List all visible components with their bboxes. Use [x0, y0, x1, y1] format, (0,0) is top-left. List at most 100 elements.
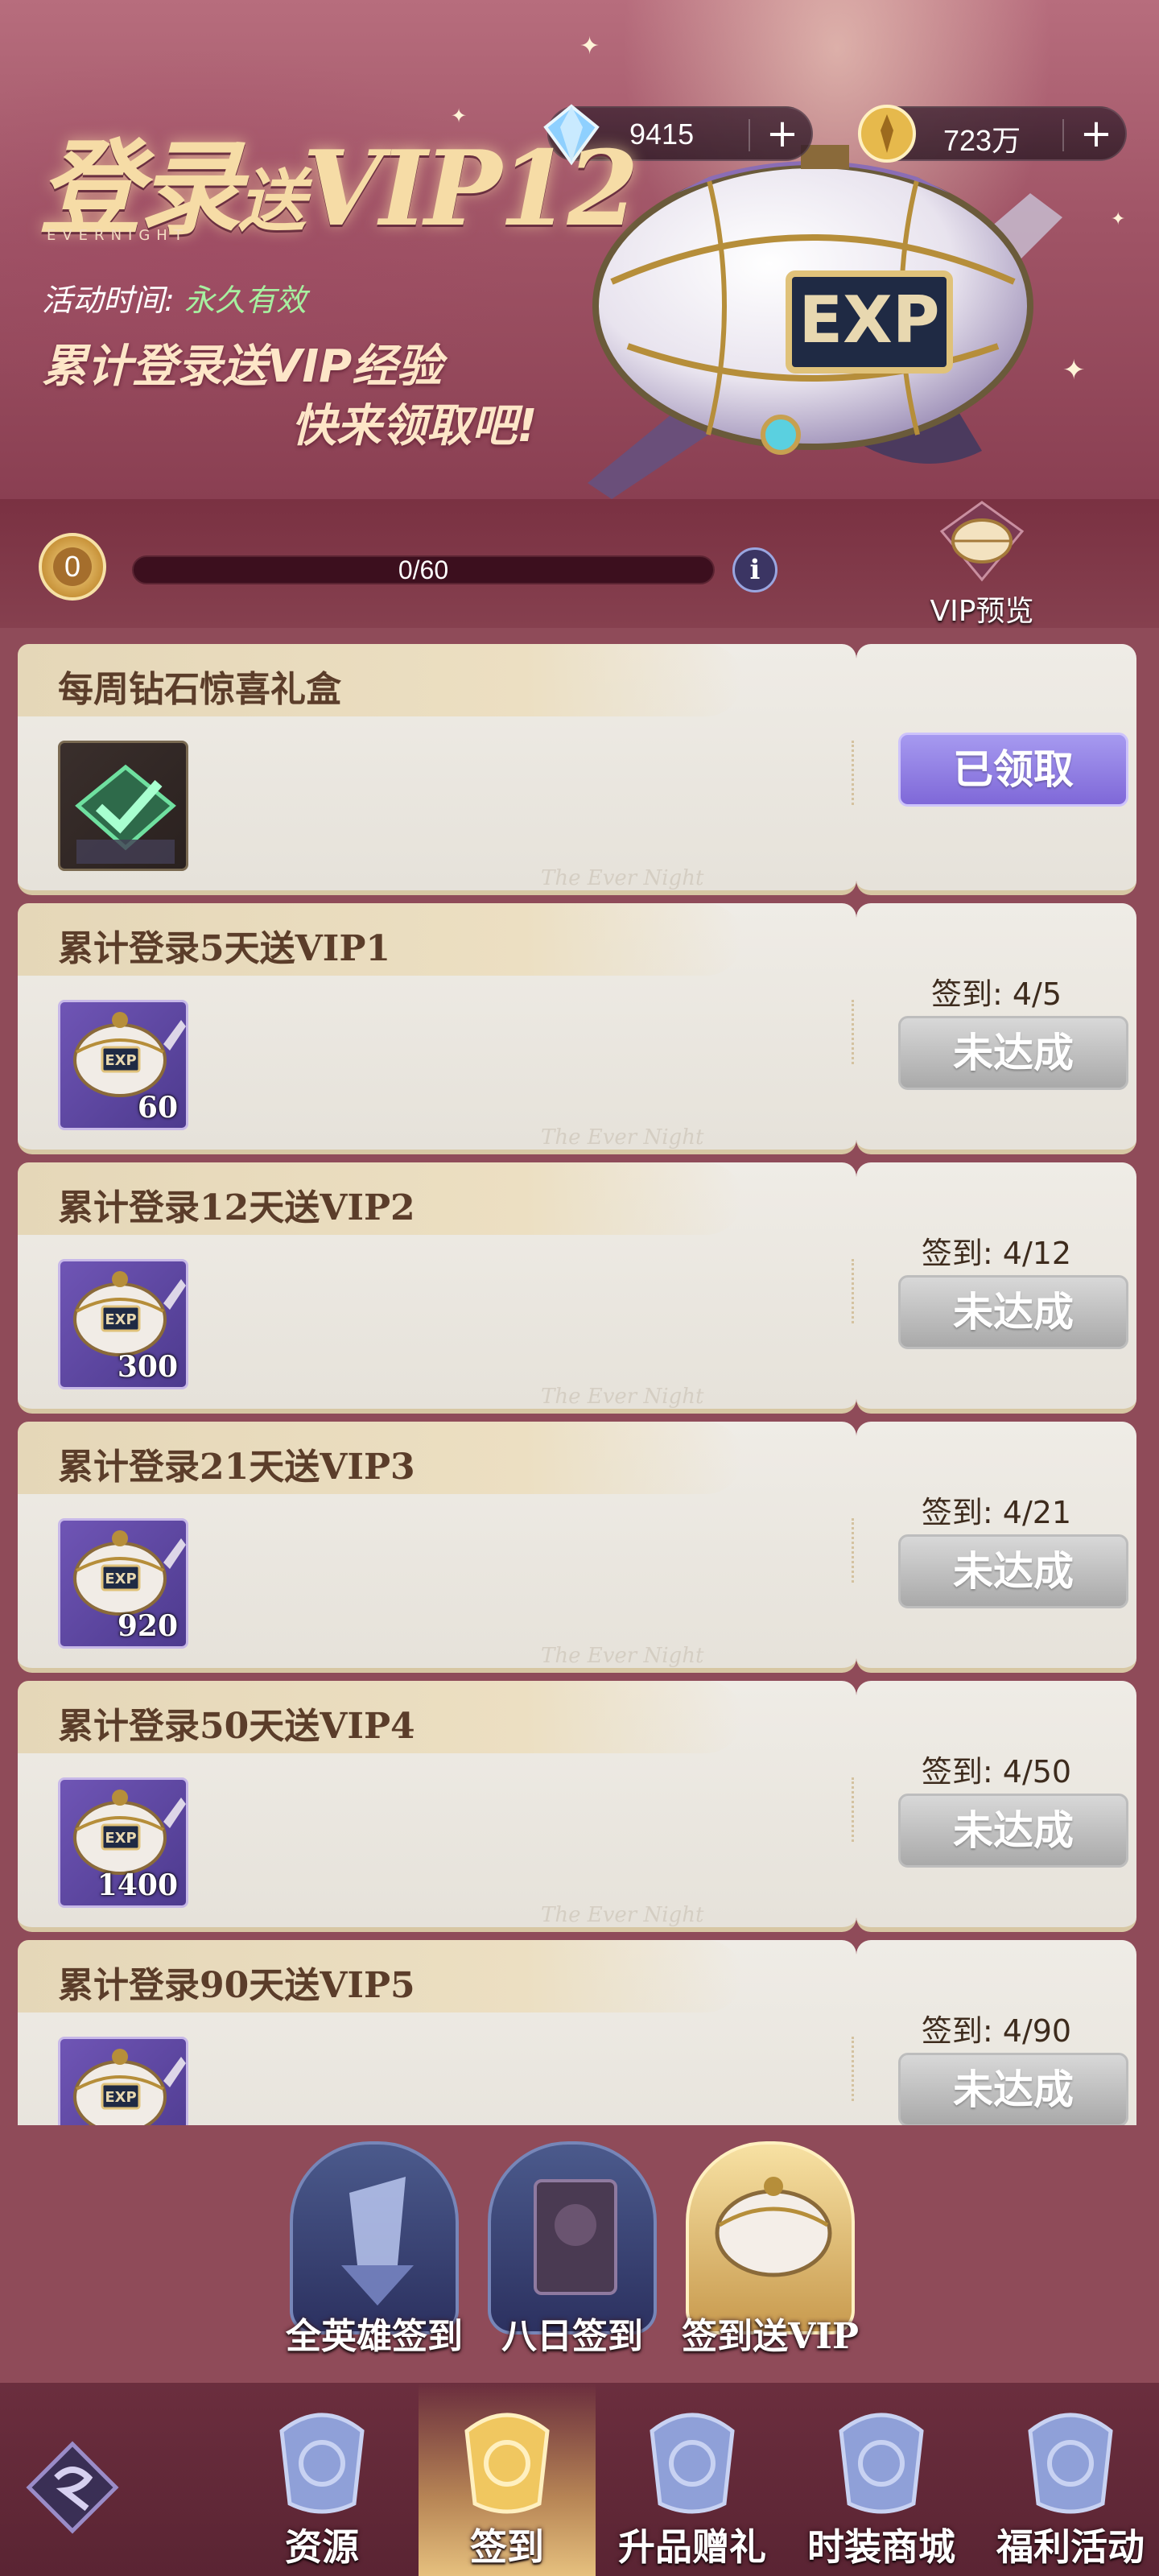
welfare-icon	[1028, 2413, 1113, 2514]
reward-title: 每周钻石惊喜礼盒	[58, 669, 341, 710]
subtab-2[interactable]: 八日签到	[480, 2125, 665, 2383]
time-value: 永久有效	[184, 283, 307, 318]
reward-item[interactable]: EXP	[58, 2037, 188, 2125]
add-gold-button[interactable]: +	[1079, 114, 1114, 153]
nav-item-3[interactable]: 升品赠礼	[604, 2383, 781, 2576]
reward-title: 累计登录50天送VIP4	[58, 1706, 415, 1747]
reward-card-main: 累计登录90天送VIP5 EXP	[18, 1940, 856, 2125]
subtab-1[interactable]: 全英雄签到	[282, 2125, 467, 2383]
not-achieved-button[interactable]: 未达成	[898, 1534, 1128, 1608]
svg-text:EXP: EXP	[105, 1571, 136, 1587]
vip-preview-label: VIP预览	[930, 595, 1034, 628]
reward-list[interactable]: 每周钻石惊喜礼盒 The Ever Night 已领取 累计登录5天送VIP1	[0, 628, 1159, 2125]
reward-card: 每周钻石惊喜礼盒 The Ever Night 已领取	[18, 644, 1136, 895]
watermark-text: The Ever Night	[541, 1644, 704, 1668]
reward-card-main: 累计登录12天送VIP2 EXP 300 The Ever Night	[18, 1162, 856, 1414]
nav-item-2[interactable]: 签到	[419, 2383, 596, 2576]
reward-card-action: 签到: 4/21 未达成	[852, 1422, 1136, 1673]
reward-card-action: 签到: 4/90 未达成	[852, 1940, 1136, 2125]
subtab-label: 签到送VIP	[682, 2316, 859, 2357]
reward-card-action: 签到: 4/50 未达成	[852, 1681, 1136, 1932]
brand-text: EVERNIGHT	[47, 227, 189, 244]
reward-item-count: 60	[137, 1091, 178, 1125]
reward-item[interactable]: EXP 300	[58, 1259, 188, 1389]
watermark-text: The Ever Night	[541, 1125, 704, 1150]
nav-label: 签到	[470, 2525, 544, 2569]
airship-exp-illustration: EXP	[588, 145, 1062, 499]
divider	[749, 119, 750, 151]
not-achieved-button[interactable]: 未达成	[898, 1275, 1128, 1349]
title-vip-text: VIP12	[303, 129, 639, 250]
airship-icon	[939, 501, 1025, 582]
nav-label: 升品赠礼	[618, 2525, 766, 2569]
vip-preview-button[interactable]: VIP预览	[918, 499, 1046, 628]
reward-card-main: 累计登录21天送VIP3 EXP 920 The Ever Night	[18, 1422, 856, 1673]
sign-progress: 签到: 4/12	[921, 1236, 1072, 1271]
nav-label: 时装商城	[807, 2525, 955, 2569]
watermark-text: The Ever Night	[541, 866, 704, 890]
reward-card: 累计登录12天送VIP2 EXP 300 The Ever Night 签到: …	[18, 1162, 1136, 1414]
resource-icon	[279, 2413, 365, 2514]
subtab-shield	[686, 2141, 855, 2334]
nav-item-1[interactable]: 资源	[233, 2383, 410, 2576]
event-subtabs: 全英雄签到 八日签到 签到送VIP	[0, 2125, 1159, 2383]
reward-item[interactable]: EXP 60	[58, 1000, 188, 1130]
claimed-button[interactable]: 已领取	[898, 733, 1128, 807]
gift-box-icon	[650, 2413, 735, 2514]
reward-item[interactable]: EXP 1400	[58, 1777, 188, 1908]
svg-text:EXP: EXP	[105, 1052, 136, 1069]
vip-progress-text: 0/60	[398, 555, 449, 584]
subtab-3[interactable]: 签到送VIP	[678, 2125, 863, 2383]
fashion-shop-icon	[839, 2413, 924, 2514]
reward-item[interactable]: EXP 920	[58, 1518, 188, 1649]
sparkle-icon: ✦	[1111, 209, 1126, 229]
reward-item-count: 920	[117, 1609, 178, 1643]
nav-item-5[interactable]: 福利活动	[982, 2383, 1159, 2576]
reward-card: 累计登录21天送VIP3 EXP 920 The Ever Night 签到: …	[18, 1422, 1136, 1673]
event-title: 登录送VIP12 EVERNIGHT	[39, 137, 639, 254]
reward-card-main: 累计登录5天送VIP1 EXP 60 The Ever Night	[18, 903, 856, 1154]
reward-title: 累计登录5天送VIP1	[58, 928, 391, 969]
gold-count: 723万	[943, 124, 1021, 157]
event-banner: ✦ ✦ ✦ ✦ EXP 9415 + 723万 + 登录送VIP12 EVERN…	[0, 0, 1159, 499]
reward-item[interactable]	[58, 741, 188, 871]
info-button[interactable]: i	[732, 547, 777, 592]
nav-item-4[interactable]: 时装商城	[793, 2383, 970, 2576]
svg-text:EXP: EXP	[105, 1311, 136, 1328]
vip-level-badge: 0	[39, 533, 106, 601]
reward-card-main: 每周钻石惊喜礼盒 The Ever Night	[18, 644, 856, 895]
reward-item-count: 1400	[97, 1868, 178, 1902]
subtab-label: 八日签到	[501, 2316, 643, 2357]
reward-title: 累计登录12天送VIP2	[58, 1187, 415, 1228]
add-diamond-button[interactable]: +	[765, 114, 800, 153]
sparkle-icon: ✦	[451, 105, 468, 127]
vip-progress-bar: 0/60	[132, 555, 715, 584]
reward-card: 累计登录90天送VIP5 EXP 签到: 4/90 未达成	[18, 1940, 1136, 2125]
vip-level-value: 0	[53, 547, 92, 586]
not-achieved-button[interactable]: 未达成	[898, 2053, 1128, 2125]
reward-item-count: 300	[117, 1350, 178, 1384]
sign-progress: 签到: 4/50	[921, 1754, 1072, 1790]
exp-airship-icon: EXP	[73, 2049, 186, 2125]
svg-text:EXP: EXP	[105, 2089, 136, 2106]
reward-title: 累计登录21天送VIP3	[58, 1447, 415, 1488]
reward-card-main: 累计登录50天送VIP4 EXP 1400 The Ever Night	[18, 1681, 856, 1932]
watermark-text: The Ever Night	[541, 1903, 704, 1927]
check-reward-icon	[75, 764, 176, 864]
sparkle-icon: ✦	[580, 32, 600, 60]
game-logo-icon[interactable]	[24, 2439, 121, 2536]
reward-card: 累计登录5天送VIP1 EXP 60 The Ever Night 签到: 4/…	[18, 903, 1136, 1154]
title-small-text: 送	[238, 161, 306, 241]
reward-card: 累计登录50天送VIP4 EXP 1400 The Ever Night 签到:…	[18, 1681, 1136, 1932]
sign-progress: 签到: 4/21	[921, 1495, 1072, 1530]
not-achieved-button[interactable]: 未达成	[898, 1794, 1128, 1868]
bottom-nav: 资源 签到 升品赠礼 时装商城 福利活动	[0, 2383, 1159, 2576]
reward-card-action: 已领取	[852, 644, 1136, 895]
slogan-line-2: 快来领取吧!	[291, 400, 538, 452]
reward-card-action: 签到: 4/5 未达成	[852, 903, 1136, 1154]
divider	[1062, 119, 1064, 151]
not-achieved-button[interactable]: 未达成	[898, 1016, 1128, 1090]
subtab-shield	[488, 2141, 657, 2334]
sign-progress: 签到: 4/90	[921, 2013, 1072, 2049]
subtab-shield	[290, 2141, 459, 2334]
